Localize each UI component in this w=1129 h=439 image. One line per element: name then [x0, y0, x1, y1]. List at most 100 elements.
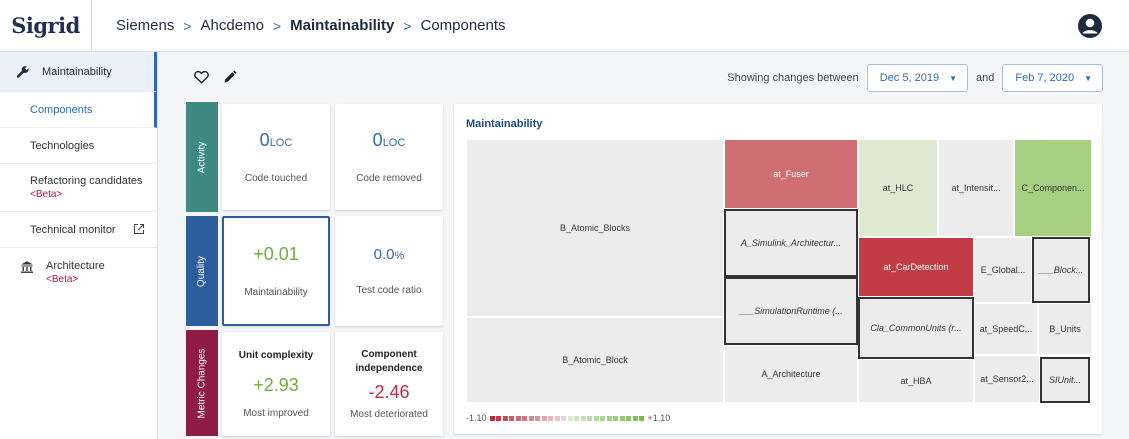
treemap-cell[interactable]: B_Atomic_Blocks — [466, 139, 724, 317]
and-label: and — [976, 72, 995, 84]
legend-swatch — [496, 416, 502, 421]
treemap-cell[interactable]: at_HBA — [858, 359, 974, 403]
legend-swatch — [613, 416, 619, 421]
legend-swatch — [548, 416, 554, 421]
legend-swatch — [489, 416, 495, 421]
category-metric-changes[interactable]: Metric Changes — [186, 330, 218, 436]
sidebar: Maintainability Components Technologies … — [0, 52, 158, 439]
test-code-ratio-caption: Test code ratio — [356, 285, 422, 296]
category-activity[interactable]: Activity — [186, 102, 218, 212]
category-label: Activity — [196, 141, 208, 173]
component-independence-caption: Most deteriorated — [350, 409, 428, 420]
sigrid-logo[interactable]: Sigrid — [0, 0, 92, 52]
sidebar-item-label: Architecture — [46, 260, 105, 272]
breadcrumb-separator: > — [272, 17, 282, 34]
date-range: Showing changes between Dec 5, 2019 ▼ an… — [727, 64, 1103, 92]
component-independence-value: -2.46 — [368, 382, 410, 402]
sidebar-item-components[interactable]: Components — [0, 92, 157, 128]
sidebar-item-technical-monitor[interactable]: Technical monitor — [0, 212, 157, 248]
unit-complexity-caption: Most improved — [243, 408, 309, 419]
sidebar-item-label: Technical monitor — [30, 223, 116, 236]
legend-swatch — [574, 416, 580, 421]
category-quality[interactable]: Quality — [186, 216, 218, 326]
legend-swatch — [528, 416, 534, 421]
top-bar: Sigrid Siemens > Ahcdemo > Maintainabili… — [0, 0, 1129, 52]
legend-swatch — [600, 416, 606, 421]
treemap-title: Maintainability — [466, 118, 543, 130]
legend-swatch — [502, 416, 508, 421]
wrench-icon — [16, 65, 29, 78]
treemap-cell[interactable]: SIUnit... — [1040, 357, 1090, 403]
component-independence-card[interactable]: Component independence -2.46 Most deteri… — [335, 332, 443, 436]
legend-swatch — [580, 416, 586, 421]
legend-swatches — [489, 413, 646, 423]
sidebar-item-refactoring-candidates[interactable]: Refactoring candidates <Beta> — [0, 164, 157, 212]
legend-swatch — [535, 416, 541, 421]
start-date-dropdown[interactable]: Dec 5, 2019 ▼ — [866, 64, 968, 92]
category-label: Metric Changes — [196, 347, 208, 419]
sidebar-item-label: Maintainability — [42, 65, 112, 78]
legend-swatch — [587, 416, 593, 421]
breadcrumb-siemens[interactable]: Siemens — [116, 17, 174, 34]
sidebar-item-technologies[interactable]: Technologies — [0, 128, 157, 164]
legend-swatch — [619, 416, 625, 421]
code-touched-caption: Code touched — [244, 173, 308, 184]
sidebar-item-maintainability[interactable]: Maintainability — [0, 52, 157, 92]
end-date-value: Feb 7, 2020 — [1015, 72, 1075, 84]
component-independence-title: Component independence — [355, 349, 423, 374]
treemap-cell[interactable]: C_Componen... — [1014, 139, 1092, 237]
treemap-cell[interactable]: B_Atomic_Block — [466, 317, 724, 403]
treemap-cell[interactable]: ___SimulationRuntime (... — [724, 277, 858, 345]
sidebar-item-architecture[interactable]: Architecture <Beta> — [0, 248, 157, 292]
legend-swatch — [522, 416, 528, 421]
legend-swatch — [509, 416, 515, 421]
legend-swatch — [561, 416, 567, 421]
treemap-cell[interactable]: at_Sensor2... — [974, 355, 1040, 403]
treemap-cell[interactable]: A_Simulink_Architectur... — [724, 209, 858, 277]
legend-swatch — [626, 416, 632, 421]
code-removed-caption: Code removed — [356, 173, 422, 184]
treemap-cell[interactable]: A_Architecture — [724, 345, 858, 403]
maintainability-card[interactable]: +0.01 Maintainability — [222, 216, 330, 326]
beta-tag: <Beta> — [46, 274, 79, 285]
unit-complexity-value: +2.93 — [253, 375, 299, 395]
code-touched-value: 0LOC — [259, 130, 293, 150]
maintainability-value: +0.01 — [253, 244, 299, 264]
test-code-ratio-value: 0.0% — [373, 246, 405, 263]
code-removed-card[interactable]: 0LOC Code removed — [335, 104, 443, 210]
treemap-cell[interactable]: E_Global... — [974, 237, 1032, 303]
treemap-cell[interactable]: Cla_CommonUnits (r... — [858, 297, 974, 359]
legend-swatch — [567, 416, 573, 421]
treemap-cell[interactable]: at_SpeedC... — [974, 303, 1038, 355]
end-date-dropdown[interactable]: Feb 7, 2020 ▼ — [1002, 64, 1103, 92]
treemap-cell[interactable]: at_Intensit... — [938, 139, 1014, 237]
breadcrumb-components: Components — [420, 17, 506, 34]
legend-swatch — [606, 416, 612, 421]
edit-pencil-icon[interactable] — [223, 70, 237, 84]
legend-swatch — [593, 416, 599, 421]
legend-swatch — [639, 416, 645, 421]
chevron-down-icon: ▼ — [949, 73, 957, 83]
treemap-cell[interactable]: at_HLC — [858, 139, 938, 237]
bank-building-icon — [21, 261, 33, 273]
code-touched-card[interactable]: 0LOC Code touched — [222, 104, 330, 210]
unit-complexity-card[interactable]: Unit complexity +2.93 Most improved — [222, 332, 330, 436]
sidebar-item-label: Refactoring candidates — [30, 175, 143, 187]
external-link-icon[interactable] — [133, 223, 145, 235]
user-account-icon[interactable] — [1077, 13, 1103, 39]
legend-min-label: -1.10 — [466, 413, 487, 423]
breadcrumb-maintainability[interactable]: Maintainability — [290, 17, 394, 34]
treemap-cell[interactable]: B_Units — [1038, 303, 1092, 355]
treemap-cell[interactable]: at_Fuser — [724, 139, 858, 209]
test-code-ratio-card[interactable]: 0.0% Test code ratio — [335, 216, 443, 326]
category-label: Quality — [196, 255, 208, 287]
treemap-cell[interactable]: ___Block... — [1032, 237, 1090, 303]
component-treemap: B_Atomic_Blocks B_Atomic_Block at_Fuser … — [466, 139, 1092, 403]
legend-max-label: +1.10 — [647, 413, 671, 423]
beta-tag: <Beta> — [30, 189, 63, 200]
treemap-cell[interactable]: at_CarDetection — [858, 237, 974, 297]
start-date-value: Dec 5, 2019 — [879, 72, 940, 84]
breadcrumb: Siemens > Ahcdemo > Maintainability > Co… — [116, 17, 506, 34]
favorite-heart-icon[interactable] — [194, 70, 209, 84]
breadcrumb-ahcdemo[interactable]: Ahcdemo — [201, 17, 264, 34]
